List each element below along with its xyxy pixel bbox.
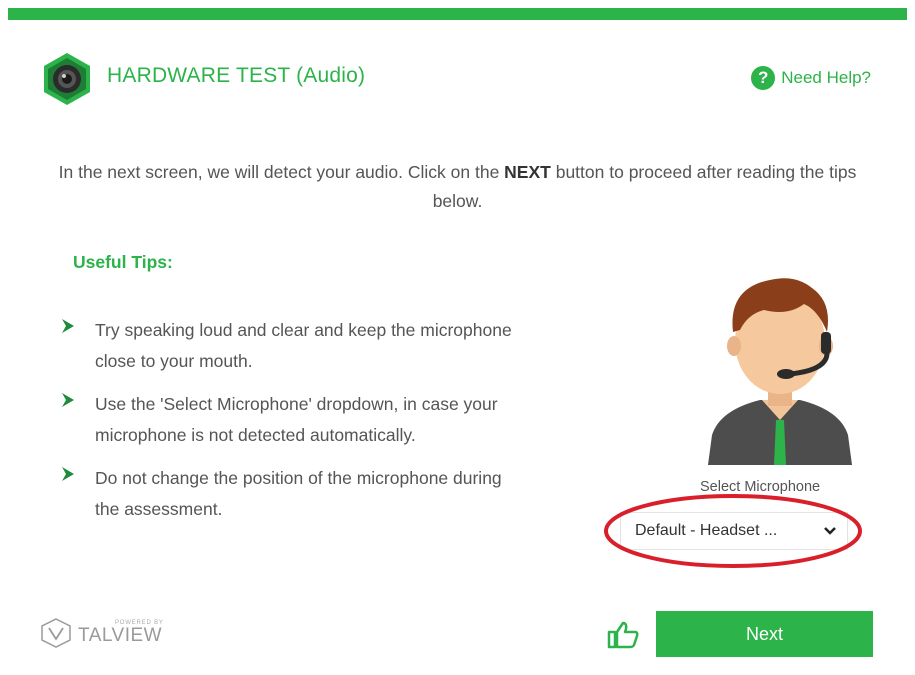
page-title: HARDWARE TEST (Audio)	[107, 64, 366, 87]
chevron-right-icon	[60, 315, 95, 377]
select-microphone-label: Select Microphone	[700, 479, 821, 495]
chevron-down-icon	[824, 527, 836, 535]
tips-list: Try speaking loud and clear and keep the…	[60, 315, 530, 537]
tips-heading: Useful Tips:	[73, 252, 173, 272]
intro-emphasis: NEXT	[504, 162, 551, 182]
talview-logo-word: TALVIEW	[78, 625, 163, 646]
microphone-dropdown[interactable]: Default - Headset ...	[620, 512, 848, 550]
tip-text: Try speaking loud and clear and keep the…	[95, 320, 512, 371]
chevron-right-icon	[60, 463, 95, 525]
talview-logo-icon	[41, 618, 71, 648]
camera-icon	[44, 53, 90, 105]
list-item: Do not change the position of the microp…	[60, 463, 530, 525]
thumbs-up-icon[interactable]	[603, 620, 639, 650]
need-help-label: Need Help?	[781, 68, 871, 87]
intro-text-part: In the next screen, we will detect your …	[58, 162, 505, 182]
list-item: Use the 'Select Microphone' dropdown, in…	[60, 389, 530, 451]
headset-avatar-illustration	[708, 278, 852, 465]
list-item: Try speaking loud and clear and keep the…	[60, 315, 530, 377]
top-accent-bar	[8, 8, 907, 20]
tip-text: Do not change the position of the microp…	[95, 468, 502, 519]
microphone-selected-value: Default - Headset ...	[635, 522, 778, 539]
next-button[interactable]: Next	[656, 611, 873, 657]
tip-text: Use the 'Select Microphone' dropdown, in…	[95, 394, 498, 445]
intro-text: In the next screen, we will detect your …	[40, 158, 875, 216]
help-icon: ?	[751, 66, 776, 90]
powered-by-label: POWERED BY	[115, 620, 164, 626]
need-help-link[interactable]: ? Need Help?	[751, 66, 871, 90]
chevron-right-icon	[60, 389, 95, 451]
